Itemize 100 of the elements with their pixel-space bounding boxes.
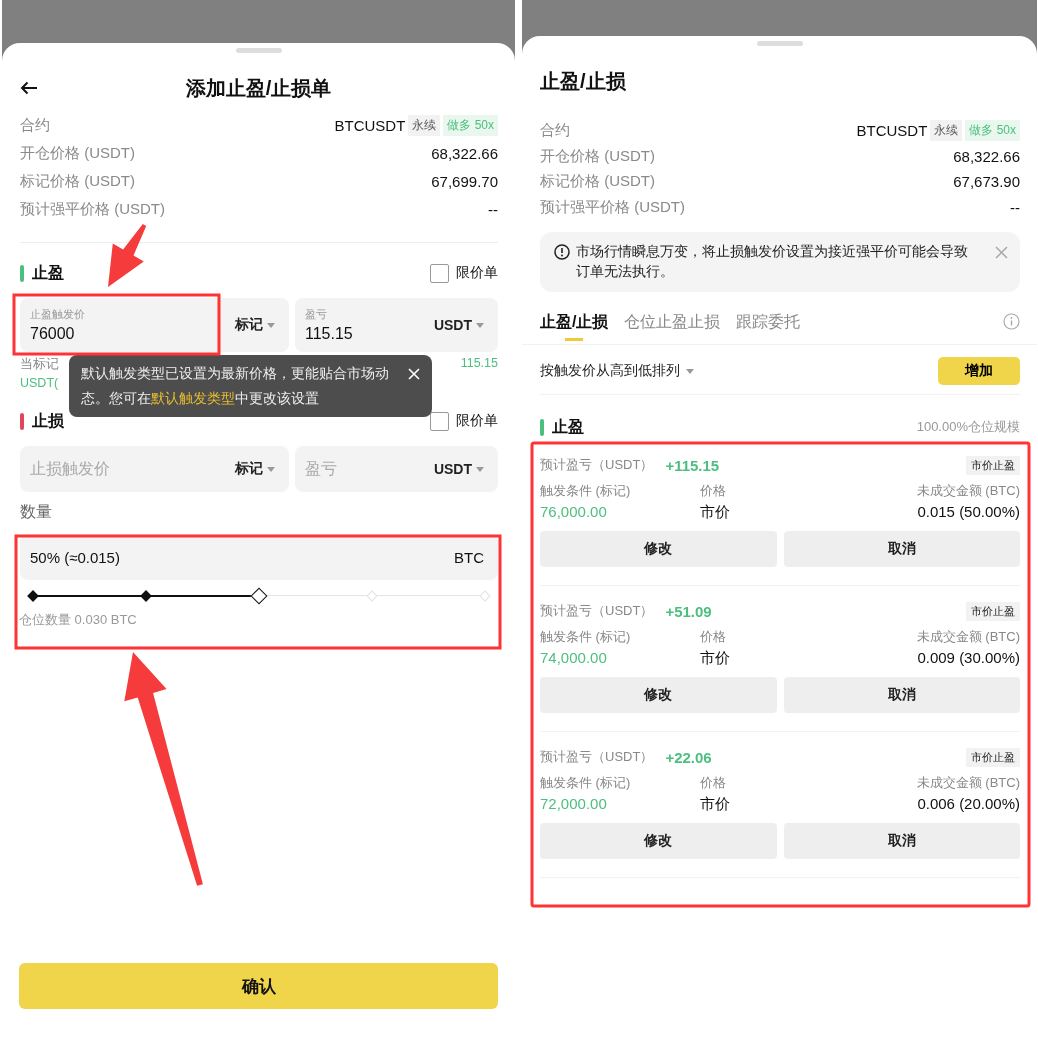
info-value: 67,699.70 <box>431 172 498 190</box>
field-label: 止盈触发价 <box>30 307 85 322</box>
info-label: 合约 <box>20 115 50 135</box>
field-label: 触发条件 (标记) <box>540 628 632 646</box>
cancel-button[interactable]: 取消 <box>783 531 1020 567</box>
drag-handle[interactable] <box>756 41 803 46</box>
caret-icon <box>476 466 484 472</box>
info-value: 68,322.66 <box>953 147 1020 165</box>
info-label: 标记价格 (USDT) <box>20 171 135 191</box>
position-size-text: 仓位数量 0.030 BTC <box>19 611 138 629</box>
info-value: BTCUSDT <box>856 122 928 140</box>
pnl-label: 预计盈亏（USDT） <box>540 602 654 620</box>
field-label: 价格 <box>700 482 727 500</box>
confirm-button[interactable]: 确认 <box>19 963 498 1009</box>
info-icon <box>554 244 570 260</box>
unit-label: BTC <box>454 548 484 566</box>
hint-text: 115.15 <box>460 356 498 372</box>
section-title: 止损 <box>32 410 65 431</box>
pnl-label: 预计盈亏（USDT） <box>540 748 654 766</box>
sheet-title: 添加止盈/止损单 <box>185 75 332 101</box>
tag: 做多 50x <box>443 114 498 136</box>
trigger-value: 76,000.00 <box>540 503 608 522</box>
slider-step-mark[interactable] <box>27 590 39 602</box>
pnl-label: 预计盈亏（USDT） <box>540 456 654 474</box>
checkbox[interactable] <box>430 263 449 283</box>
tag: 永续 <box>408 114 441 136</box>
position-scale-text: 100.00%仓位规模 <box>916 418 1020 436</box>
tab[interactable]: 仓位止盈止损 <box>624 306 721 344</box>
hint-text: 当标记 <box>20 356 59 373</box>
field-label: 未成交金额 (BTC) <box>916 482 1020 500</box>
cancel-button[interactable]: 取消 <box>783 677 1020 713</box>
info-value: 67,673.90 <box>953 173 1020 191</box>
hint-text: USDT( <box>20 376 59 392</box>
sheet-title: 止盈/止损 <box>540 69 627 94</box>
caret-icon <box>267 322 275 328</box>
tab[interactable]: 跟踪委托 <box>736 306 801 344</box>
checkbox-label[interactable]: 限价单 <box>456 412 498 430</box>
trigger-value: 72,000.00 <box>540 795 608 814</box>
cancel-button[interactable]: 取消 <box>783 823 1020 859</box>
field-label: 价格 <box>700 628 727 646</box>
field-placeholder: 盈亏 <box>305 458 337 479</box>
trigger-type-select[interactable]: 标记 <box>235 460 275 478</box>
quantity-field[interactable]: 50% (≈0.015) BTC <box>20 534 498 580</box>
order-type-tag: 市价止盈 <box>966 601 1020 621</box>
edit-button[interactable]: 修改 <box>540 677 777 713</box>
price-value: 市价 <box>700 649 731 668</box>
info-label: 预计强平价格 (USDT) <box>20 199 165 219</box>
pnl-field[interactable]: 盈亏 115.15 USDT <box>295 298 498 352</box>
amount-value: 0.009 (30.00%) <box>916 649 1020 668</box>
field-label: 未成交金额 (BTC) <box>916 628 1020 646</box>
sort-dropdown[interactable]: 按触发价从高到低排列 <box>540 362 694 380</box>
info-value: BTCUSDT <box>334 116 406 134</box>
edit-button[interactable]: 修改 <box>540 823 777 859</box>
trigger-price-field[interactable]: 止盈触发价 76000 标记 <box>20 298 289 352</box>
amount-value: 0.015 (50.00%) <box>916 503 1020 522</box>
trigger-type-select[interactable]: 标记 <box>235 316 275 334</box>
info-value: -- <box>1010 198 1020 216</box>
field-label: 触发条件 (标记) <box>540 774 632 792</box>
back-arrow-icon[interactable] <box>20 81 38 95</box>
price-value: 市价 <box>700 795 731 814</box>
info-value: -- <box>488 200 498 218</box>
info-icon[interactable] <box>1003 313 1020 330</box>
info-value: 68,322.66 <box>431 144 498 162</box>
pnl-field[interactable]: 盈亏 USDT <box>295 446 498 492</box>
trigger-value: 74,000.00 <box>540 649 608 668</box>
field-label: 盈亏 <box>305 307 327 322</box>
field-value: 115.15 <box>305 325 353 343</box>
add-button[interactable]: 增加 <box>938 357 1020 385</box>
order-type-tag: 市价止盈 <box>966 455 1020 475</box>
section-marker <box>20 264 24 282</box>
tag: 做多 50x <box>965 120 1020 142</box>
unit-select[interactable]: USDT <box>433 317 484 333</box>
tag: 永续 <box>930 120 963 142</box>
field-value: 76000 <box>30 325 75 343</box>
field-value: 50% (≈0.015) <box>30 548 120 566</box>
section-title: 止盈 <box>32 262 65 283</box>
info-label: 开仓价格 (USDT) <box>540 146 655 166</box>
caret-icon <box>267 466 275 472</box>
field-label: 触发条件 (标记) <box>540 482 632 500</box>
pnl-value: +115.15 <box>665 456 720 474</box>
warning-text: 市场行情瞬息万变，将止损触发价设置为接近强平价可能会导致订单无法执行。 <box>576 243 969 281</box>
amount-value: 0.006 (20.00%) <box>916 795 1020 814</box>
pnl-value: +51.09 <box>665 602 712 620</box>
unit-select[interactable]: USDT <box>433 461 484 477</box>
field-placeholder: 止损触发价 <box>30 458 110 479</box>
info-label: 合约 <box>540 121 570 141</box>
caret-icon <box>476 322 484 328</box>
quantity-label: 数量 <box>20 502 53 522</box>
slider-step-mark[interactable] <box>140 590 152 602</box>
checkbox[interactable] <box>430 411 449 431</box>
info-label: 预计强平价格 (USDT) <box>540 197 685 217</box>
order-type-tag: 市价止盈 <box>966 747 1020 767</box>
checkbox-label[interactable]: 限价单 <box>456 264 498 282</box>
section-marker <box>540 418 544 436</box>
info-label: 开仓价格 (USDT) <box>20 143 135 163</box>
drag-handle[interactable] <box>235 48 282 53</box>
trigger-price-field[interactable]: 止损触发价 标记 <box>20 446 289 492</box>
info-label: 标记价格 (USDT) <box>540 172 655 192</box>
pnl-value: +22.06 <box>665 748 712 766</box>
edit-button[interactable]: 修改 <box>540 531 777 567</box>
